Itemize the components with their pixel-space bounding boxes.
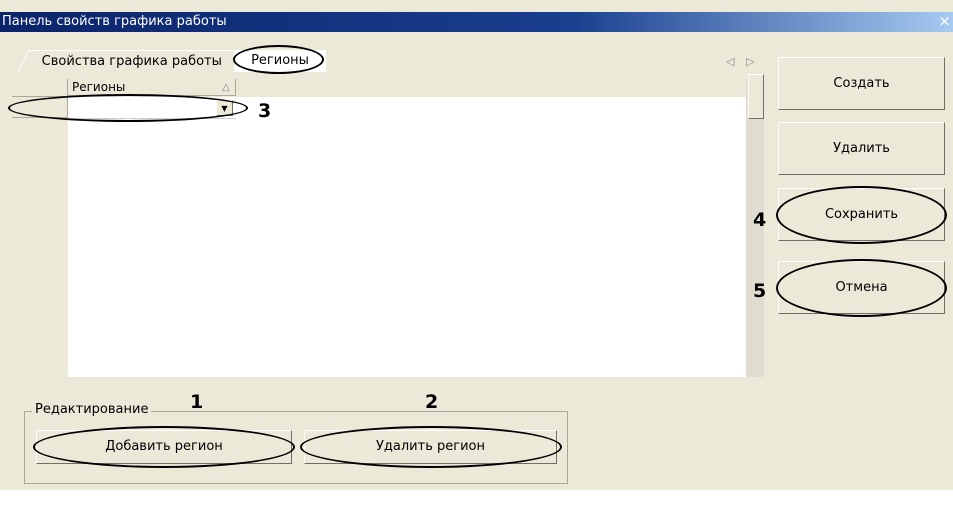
grid-corner-header (12, 79, 68, 97)
editing-group-label: Редактирование (32, 402, 152, 417)
tab-schedule-properties-label: Свойства графика работы (41, 54, 222, 69)
callout-ellipse-1 (33, 426, 295, 468)
callout-number-2: 2 (425, 391, 439, 413)
title-bar: Панель свойств графика работы × (0, 12, 953, 32)
callout-ellipse-3 (8, 94, 248, 122)
close-icon[interactable]: × (938, 12, 951, 30)
properties-panel-window: Панель свойств графика работы × Свойства… (0, 0, 953, 490)
callout-ellipse-5 (776, 259, 947, 317)
create-button-label: Создать (833, 76, 890, 91)
delete-button-label: Удалить (833, 141, 890, 156)
callout-number-4: 4 (753, 209, 767, 231)
callout-ellipse-4 (776, 186, 947, 244)
delete-button[interactable]: Удалить (778, 122, 945, 175)
callout-number-5: 5 (753, 280, 767, 302)
column-header-label: Регионы (72, 80, 126, 94)
regions-grid-body[interactable] (68, 97, 746, 377)
tab-scroll-arrows-icon[interactable]: ◁ ▷ (726, 55, 758, 68)
create-button[interactable]: Создать (778, 57, 945, 110)
callout-ellipse-regions-tab (233, 45, 324, 74)
window-title: Панель свойств графика работы (2, 14, 227, 29)
callout-number-3: 3 (258, 100, 272, 122)
callout-number-1: 1 (190, 391, 204, 413)
callout-ellipse-2 (300, 426, 562, 468)
tab-schedule-properties[interactable]: Свойства графика работы (18, 50, 247, 72)
scrollbar-thumb[interactable] (748, 74, 764, 119)
sort-ascending-icon[interactable]: △ (218, 80, 234, 95)
